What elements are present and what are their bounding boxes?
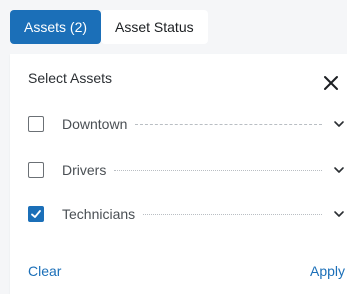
item-label: Technicians (62, 206, 136, 222)
check-icon (31, 210, 41, 218)
panel-title: Select Assets (28, 70, 113, 86)
list-item-technicians: Technicians (28, 204, 346, 224)
list-item-downtown: Downtown (28, 114, 346, 134)
chevron-down-icon[interactable] (332, 207, 346, 221)
leader-line (135, 123, 322, 125)
item-label: Drivers (62, 162, 107, 178)
tab-assets[interactable]: Assets (2) (10, 10, 102, 44)
checkbox-technicians[interactable] (28, 206, 44, 222)
checkbox-drivers[interactable] (28, 162, 44, 178)
tab-bar: Assets (2) Asset Status (10, 10, 208, 44)
leader-line (143, 213, 322, 215)
checkbox-downtown[interactable] (28, 116, 44, 132)
item-label: Downtown (62, 116, 128, 132)
apply-button[interactable]: Apply (310, 263, 345, 279)
leader-line (114, 169, 322, 171)
close-icon[interactable] (322, 74, 340, 92)
select-assets-panel: Select Assets Downtown Drivers Technicia… (10, 54, 347, 294)
chevron-down-icon[interactable] (332, 163, 346, 177)
list-item-drivers: Drivers (28, 160, 346, 180)
clear-button[interactable]: Clear (28, 263, 61, 279)
chevron-down-icon[interactable] (332, 117, 346, 131)
tab-asset-status[interactable]: Asset Status (101, 10, 208, 44)
